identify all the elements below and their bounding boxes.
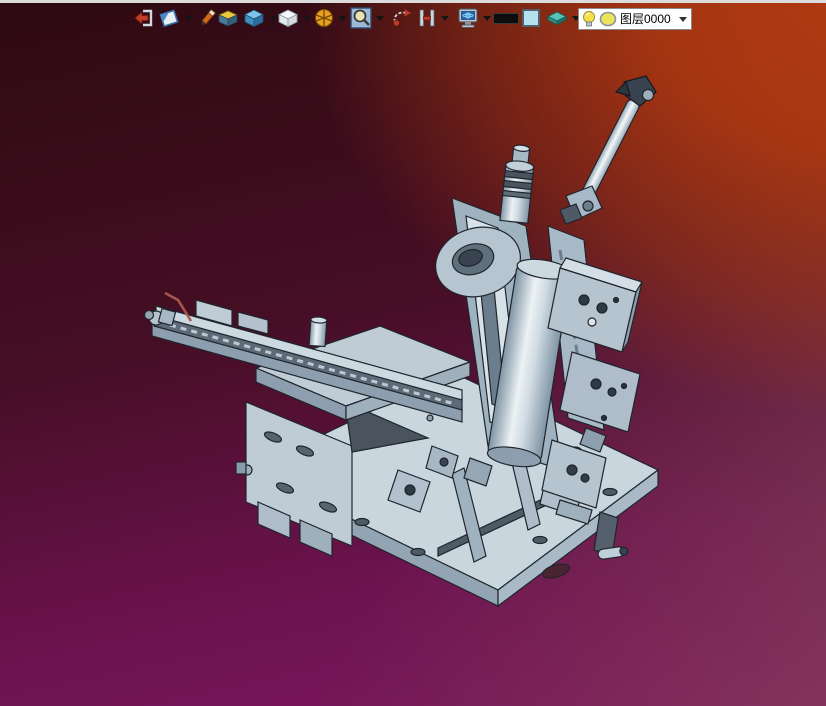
orbit-rotate-icon	[393, 9, 411, 27]
3d-model	[143, 75, 660, 608]
line-width-button[interactable]	[493, 6, 519, 30]
shaded-display-button[interactable]	[243, 6, 277, 30]
segment-sphere-button[interactable]	[314, 6, 346, 30]
magnifier-square-icon	[350, 7, 372, 29]
chevron-down-icon[interactable]	[269, 15, 277, 21]
chevron-down-icon[interactable]	[338, 15, 346, 21]
exit-door-arrow-icon	[134, 9, 153, 27]
h-beam-icon	[419, 9, 435, 27]
3d-viewport[interactable]	[0, 0, 826, 706]
pencil-icon	[201, 9, 216, 26]
model-top-cylinder	[499, 144, 535, 224]
orbit-button[interactable]	[391, 6, 413, 30]
solid-box-button[interactable]	[217, 6, 239, 30]
box-yellow-top-icon	[218, 10, 238, 27]
chevron-down-icon[interactable]	[441, 15, 449, 21]
render-button[interactable]	[457, 6, 491, 30]
view-orientation-button[interactable]	[159, 6, 193, 30]
color-swatch-icon	[522, 9, 540, 27]
wireframe-display-button[interactable]	[277, 6, 311, 30]
main-toolbar: 图层0000	[0, 3, 826, 33]
model-top-rod	[559, 75, 657, 225]
application-window: 图层0000	[0, 0, 826, 706]
chevron-down-icon[interactable]	[483, 15, 491, 21]
monitor-render-icon	[458, 8, 478, 28]
combo-dropdown-arrow-icon[interactable]	[679, 16, 687, 22]
layer-name-label: 图层0000	[620, 12, 671, 26]
layers-button[interactable]	[546, 6, 580, 30]
view-plane-icon	[159, 9, 179, 28]
dimension-button[interactable]	[417, 6, 449, 30]
line-width-swatch-icon	[493, 12, 519, 24]
layer-color-swatch-icon	[599, 11, 617, 27]
orange-segmented-sphere-icon	[315, 9, 333, 27]
shaded-cube-icon	[244, 9, 264, 28]
zoom-window-button[interactable]	[350, 6, 384, 30]
color-button[interactable]	[522, 6, 540, 30]
wireframe-cube-icon	[277, 9, 299, 28]
layer-slab-icon	[546, 11, 568, 26]
chevron-down-icon[interactable]	[185, 15, 193, 21]
exit-button[interactable]	[134, 6, 154, 30]
lightbulb-on-icon	[583, 11, 595, 27]
model-left-bracket	[235, 401, 353, 557]
sketch-button[interactable]	[198, 6, 216, 30]
layer-selector[interactable]: 图层0000	[578, 8, 692, 30]
chevron-down-icon[interactable]	[303, 15, 311, 21]
chevron-down-icon[interactable]	[376, 15, 384, 21]
